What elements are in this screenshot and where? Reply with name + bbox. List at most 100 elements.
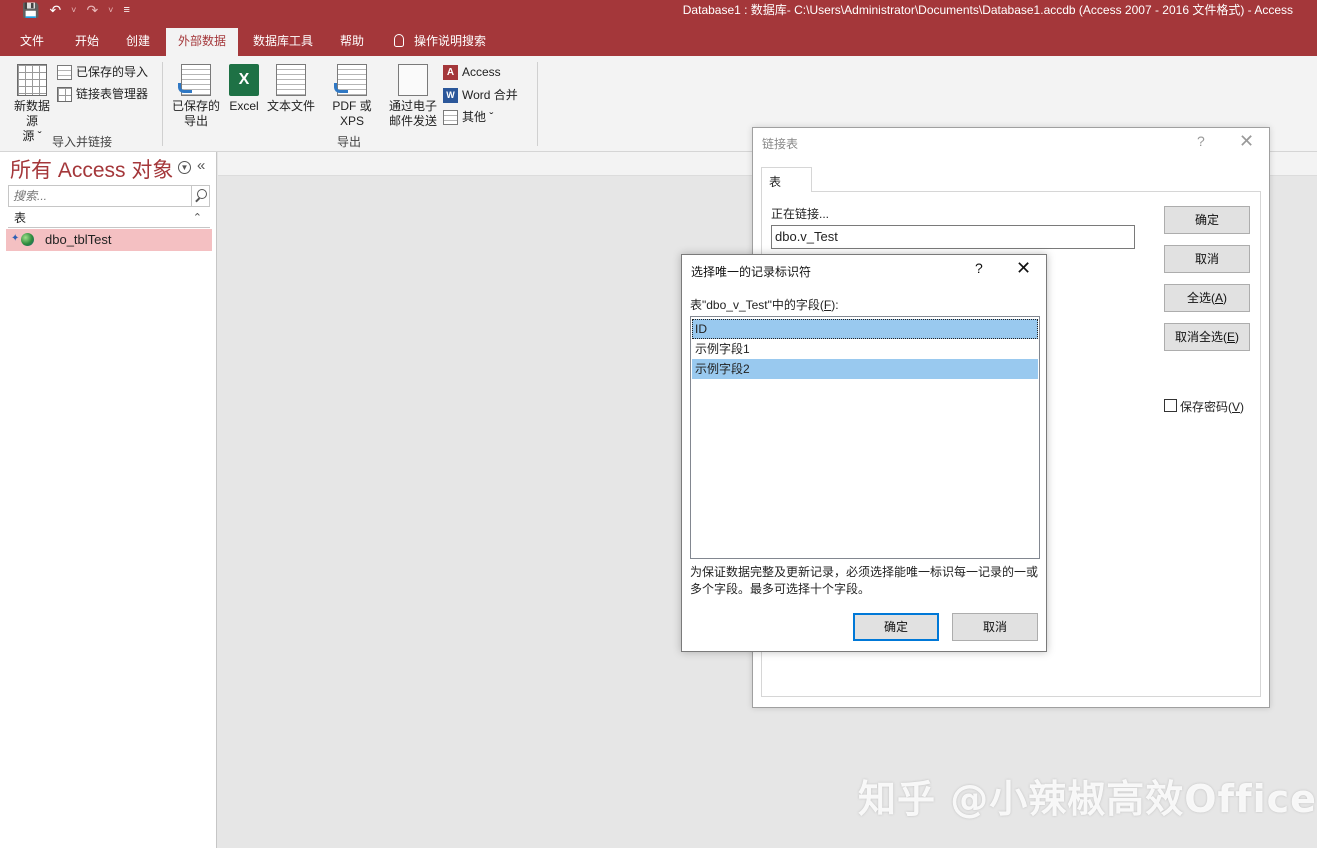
redo-dropdown-icon[interactable]: ˅ [108,5,113,15]
excel-icon: X [229,64,259,96]
access-icon: A [443,64,458,80]
word-merge-button[interactable]: W Word 合并 [443,85,518,105]
export-excel-button[interactable]: X Excel [227,64,261,114]
export-text-file-label: 文本文件 [266,99,315,113]
save-icon[interactable]: 💾 [22,2,39,19]
deselect-all-paren: ) [1235,330,1239,344]
word-merge-label: Word 合并 [462,88,518,102]
watermark: 知乎 @小辣椒高效Office [858,777,1317,821]
save-password-checkbox[interactable] [1164,399,1177,412]
linked-table-manager-label: 链接表管理器 [76,87,149,101]
nav-search-input[interactable] [9,186,189,206]
linked-table-manager-icon [57,86,72,102]
undo-icon[interactable]: ↶ [49,2,61,19]
undo-dropdown-icon[interactable]: ˅ [71,5,76,15]
more-formats-icon [443,109,458,125]
export-email-button[interactable]: 通过电子 邮件发送 [387,64,439,129]
select-all-paren: ) [1223,291,1227,305]
select-all-button[interactable]: 全选(A) [1164,284,1250,312]
saved-imports-label: 已保存的导入 [76,65,149,79]
search-icon[interactable] [191,186,209,206]
saved-imports-button[interactable]: 已保存的导入 [57,62,148,82]
tell-me-search[interactable]: 操作说明搜索 [382,28,498,56]
linking-table-field[interactable]: dbo.v_Test [771,225,1135,249]
linked-table-globe-icon [21,233,34,246]
pdf-arrow-icon [334,83,348,93]
chevron-up-icon[interactable]: ⌃ [193,210,202,227]
window-title: Database1 : 数据库- C:\Users\Administrator\… [682,3,1293,17]
tab-tables[interactable]: 表 [761,167,812,192]
tell-me-label: 操作说明搜索 [414,34,487,48]
export-access-button[interactable]: A Access [443,62,501,82]
export-pdf-xps-button[interactable]: PDF 或 XPS [319,64,385,129]
deselect-all-key: E [1226,330,1235,344]
nav-group-label: 表 [14,211,27,225]
tab-file[interactable]: 文件 [8,28,56,56]
cancel-button[interactable]: 取消 [952,613,1038,641]
title-bar: 💾 ↶ ˅ ↷ ˅ ≡ Database1 : 数据库- C:\Users\Ad… [0,0,1317,28]
ok-button[interactable]: 确定 [1164,206,1250,234]
word-icon: W [443,87,458,103]
export-more-button[interactable]: 其他 ˇ [443,107,493,127]
deselect-all-label: 取消全选( [1174,330,1227,344]
customize-qat-icon[interactable]: ≡ [123,4,129,16]
saved-imports-icon [57,64,72,80]
fields-label: 表"dbo_v_Test"中的字段(F): [690,296,839,313]
select-all-key: A [1214,291,1223,305]
nav-pane-title[interactable]: 所有 Access 对象 [10,154,173,184]
export-arrow-icon [178,83,192,93]
export-email-label: 通过电子 [388,99,437,113]
collapse-pane-icon[interactable]: « [197,157,205,174]
export-text-file-button[interactable]: 文本文件 [266,64,316,114]
tab-home[interactable]: 开始 [63,28,111,56]
tab-database-tools[interactable]: 数据库工具 [241,28,325,56]
group-separator [162,62,163,146]
tab-create[interactable]: 创建 [114,28,162,56]
cancel-button[interactable]: 取消 [1164,245,1250,273]
nav-item-label: dbo_tblTest [45,232,112,247]
close-icon[interactable]: ✕ [1016,258,1031,279]
tab-help[interactable]: 帮助 [328,28,376,56]
nav-group-tables[interactable]: 表 ⌃ [8,210,210,228]
tab-external-data[interactable]: 外部数据 [166,28,239,56]
help-icon[interactable]: ? [1197,133,1205,149]
navigation-pane: 所有 Access 对象 ▼ « 表 ⌃ ✦ dbo_tblTest [0,152,217,848]
saved-exports-label: 已保存的 [171,99,220,113]
export-excel-label: Excel [229,99,259,113]
email-attachment-icon [398,64,428,96]
import-group-label: 导入并链接 [52,135,113,149]
list-item-id[interactable]: ID [692,319,1038,339]
export-email-label-2: 邮件发送 [388,114,437,128]
export-pdf-xps-label: PDF 或 XPS [332,99,372,128]
export-more-label: 其他 ˇ [462,110,494,124]
redo-icon[interactable]: ↷ [86,2,98,19]
close-icon[interactable]: ✕ [1239,131,1254,152]
saved-exports-button[interactable]: 已保存的 导出 [170,64,222,129]
ribbon-tab-bar: 文件 开始 创建 外部数据 数据库工具 帮助 操作说明搜索 [0,28,1317,56]
text-file-icon [276,64,306,96]
deselect-all-button[interactable]: 取消全选(E) [1164,323,1250,351]
dialog-title: 链接表 [762,137,799,151]
quick-access-toolbar: 💾 ↶ ˅ ↷ ˅ ≡ [22,0,130,20]
fields-label-end: ): [831,298,839,312]
help-icon[interactable]: ? [975,260,983,276]
chevron-down-icon[interactable]: ▼ [178,161,191,174]
pdf-xps-icon [334,64,367,96]
save-password-paren: ) [1240,400,1245,414]
link-arrow-icon: ✦ [11,233,20,244]
nav-item-dbo-tbltest[interactable]: ✦ dbo_tblTest [6,229,212,251]
select-all-label: 全选( [1186,291,1215,305]
export-group-label: 导出 [337,135,362,149]
linked-table-manager-button[interactable]: 链接表管理器 [57,84,148,104]
new-data-source-button[interactable]: 新数据源 源 ˇ [10,64,54,144]
ok-button[interactable]: 确定 [853,613,939,641]
list-item-field2[interactable]: 示例字段2 [692,359,1038,379]
dialog-title: 选择唯一的记录标识符 [691,265,812,279]
saved-exports-icon [178,64,211,96]
new-data-source-icon [17,64,47,96]
save-password-label[interactable]: 保存密码(V) [1180,398,1244,415]
list-item-field1[interactable]: 示例字段1 [692,339,1038,359]
fields-label-text: 表"dbo_v_Test"中的字段( [690,298,824,312]
new-data-source-label: 新数据源 [13,99,50,128]
fields-listbox[interactable]: ID 示例字段1 示例字段2 [690,316,1040,559]
